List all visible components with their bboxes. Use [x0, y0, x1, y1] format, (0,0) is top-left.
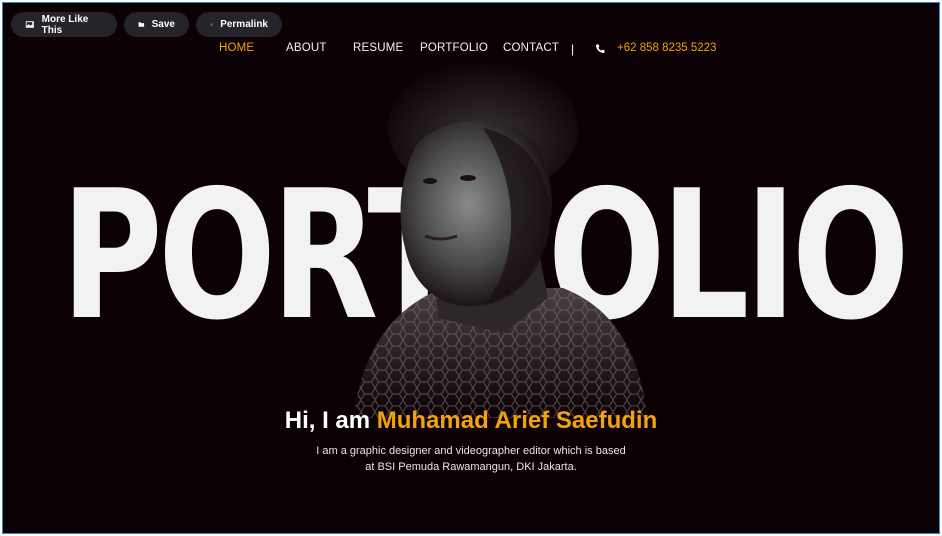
save-button[interactable]: Save: [124, 12, 189, 37]
greeting-heading: Hi, I am Muhamad Arief Saefudin: [3, 407, 939, 435]
page-frame: More Like This Save Permalink HOME ABOUT…: [2, 2, 940, 534]
phone-number-link[interactable]: +62 858 8235 5223: [617, 42, 716, 54]
permalink-button[interactable]: Permalink: [196, 12, 282, 37]
save-label: Save: [151, 19, 175, 30]
nav-contact[interactable]: CONTACT: [503, 42, 559, 54]
permalink-label: Permalink: [220, 19, 268, 30]
nav-about[interactable]: ABOUT: [286, 42, 327, 54]
nav-separator: |: [571, 42, 575, 56]
nav-portfolio[interactable]: PORTFOLIO: [420, 42, 488, 54]
phone-icon: [596, 44, 605, 53]
greeting-text: Hi, I am: [284, 407, 371, 434]
more-like-this-button[interactable]: More Like This: [11, 12, 117, 37]
folder-icon: [138, 22, 145, 27]
portrait-photo: [353, 60, 648, 418]
bio-line-2: at BSI Pemuda Rawamangun, DKI Jakarta.: [365, 461, 577, 473]
nav-resume[interactable]: RESUME: [353, 42, 403, 54]
bio-line-1: I am a graphic designer and videographer…: [316, 445, 626, 457]
nav-home[interactable]: HOME: [219, 42, 254, 54]
more-like-this-label: More Like This: [41, 13, 89, 36]
link-icon: [210, 23, 213, 26]
person-name: Muhamad Arief Saefudin: [376, 407, 658, 434]
image-icon: [25, 21, 34, 28]
